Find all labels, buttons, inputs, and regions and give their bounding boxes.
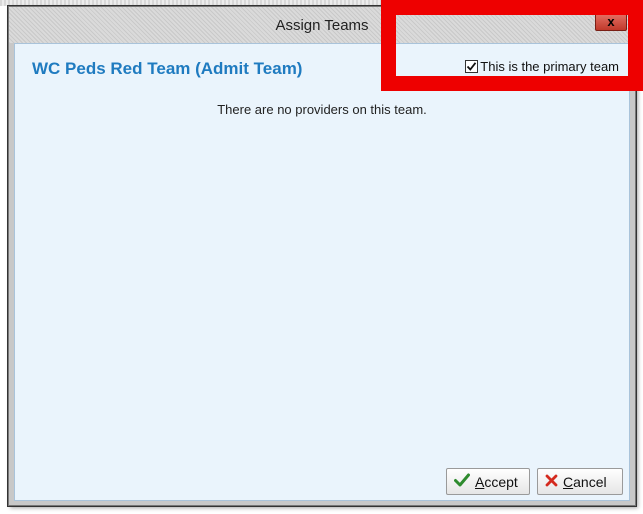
cancel-button-label: Cancel (563, 473, 607, 490)
dialog-title: Assign Teams (275, 17, 369, 34)
assign-teams-dialog: Assign Teams x WC Peds Red Team (Admit T… (8, 6, 636, 506)
dialog-titlebar[interactable]: Assign Teams x (9, 7, 635, 43)
x-mark-icon (545, 474, 558, 490)
cancel-button[interactable]: Cancel (537, 468, 623, 495)
checkmark-icon (454, 473, 470, 490)
primary-team-label: This is the primary team (480, 59, 619, 74)
close-button[interactable]: x (595, 11, 627, 31)
dialog-content: WC Peds Red Team (Admit Team) This is th… (14, 43, 630, 501)
checkbox-checked-icon[interactable] (465, 60, 479, 73)
team-name-heading: WC Peds Red Team (Admit Team) (32, 59, 303, 78)
empty-providers-message: There are no providers on this team. (217, 102, 427, 117)
accept-button[interactable]: Accept (446, 468, 530, 495)
accept-button-label: Accept (475, 473, 518, 490)
close-icon: x (607, 13, 615, 29)
primary-team-checkbox[interactable]: This is the primary team (465, 59, 619, 74)
